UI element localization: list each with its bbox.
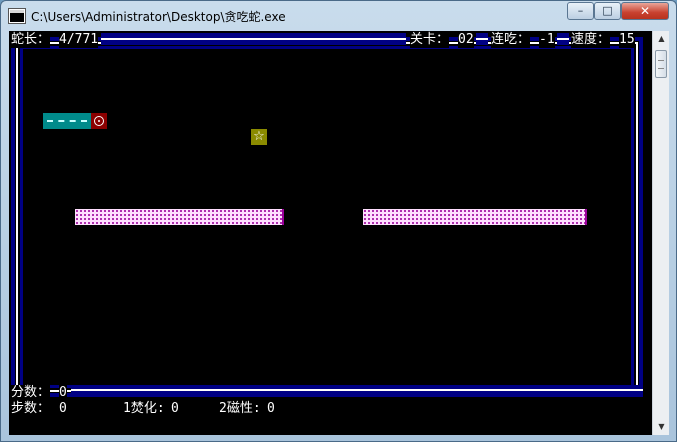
bottom-border-segment — [71, 385, 643, 395]
steps-value: 0 — [59, 401, 67, 416]
vertical-scrollbar[interactable]: ▲ ▼ — [652, 31, 669, 435]
score-value: 0 — [59, 385, 67, 401]
wall-obstacle — [75, 209, 284, 225]
level-label: 关卡： — [410, 32, 450, 48]
food-star-icon: ☆ — [251, 129, 267, 145]
snake-head-icon — [91, 113, 107, 129]
console-app-icon — [9, 9, 25, 23]
top-border-segment — [101, 33, 406, 45]
magnet-count-label: 2磁性: — [219, 401, 261, 416]
combo-label: 连吃： — [491, 32, 531, 48]
top-border-segment — [557, 33, 569, 45]
scroll-down-icon[interactable]: ▼ — [654, 419, 669, 435]
window-title: C:\Users\Administrator\Desktop\贪吃蛇.exe — [31, 10, 286, 24]
title-bar[interactable]: C:\Users\Administrator\Desktop\贪吃蛇.exe –… — [1, 1, 676, 31]
scroll-up-icon[interactable]: ▲ — [654, 31, 669, 47]
speed-value: 15 — [619, 32, 635, 48]
scroll-thumb[interactable] — [655, 50, 667, 78]
wall-obstacle — [363, 209, 587, 225]
minimize-button[interactable]: – — [567, 2, 594, 20]
steps-label: 步数： — [11, 401, 51, 416]
snake-length-value: 4/771 — [59, 32, 99, 48]
close-button[interactable]: ✕ — [621, 2, 669, 20]
level-value: 02 — [458, 32, 474, 48]
console-area[interactable]: 蛇长： 4/771 关卡： 02 连吃： -1 速度： 15 ☆ 分数： 0 步… — [9, 31, 652, 435]
combo-value: -1 — [539, 32, 555, 48]
incinerate-count-label: 1焚化: — [123, 401, 165, 416]
maximize-button[interactable]: □ — [594, 2, 621, 20]
score-label: 分数： — [11, 385, 51, 401]
snake-length-label: 蛇长： — [11, 32, 51, 48]
incinerate-count-value: 0 — [171, 401, 179, 416]
top-border-segment — [476, 33, 488, 45]
snake-body — [43, 113, 91, 129]
speed-label: 速度： — [571, 32, 611, 48]
console-window: C:\Users\Administrator\Desktop\贪吃蛇.exe –… — [0, 0, 677, 442]
magnet-count-value: 0 — [267, 401, 275, 416]
